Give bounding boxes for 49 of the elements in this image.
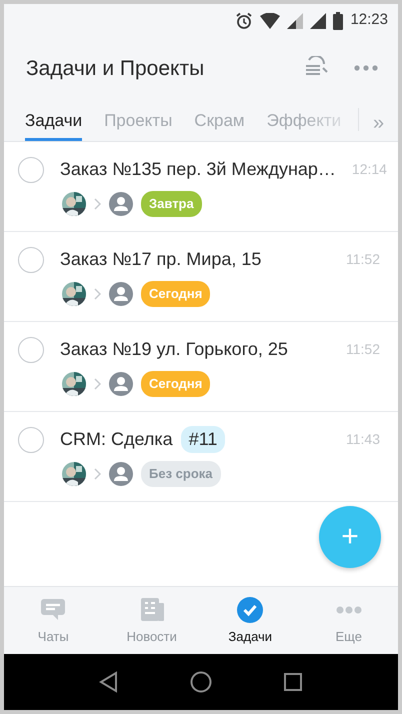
nav-tab[interactable]: Новости [102,587,201,654]
nav-tab[interactable]: Задачи [201,587,300,654]
task-time: 12:14 [352,160,387,179]
add-button[interactable]: + [319,506,381,568]
task-checkbox[interactable] [18,426,44,452]
screen-title: Задачи и Проекты [26,56,206,82]
chevron-icon [94,378,101,390]
home-icon[interactable] [190,671,212,693]
task-title[interactable]: CRM: Сделка [60,426,173,453]
user-avatar-icon [109,462,133,486]
task-checkbox[interactable] [18,156,44,182]
tab[interactable]: Эффекти [266,100,342,141]
more-tabs-button[interactable]: » [358,108,398,131]
task-checkbox[interactable] [18,246,44,272]
user-avatar-icon [109,282,133,306]
task-title[interactable]: Заказ №17 пр. Мира, 15 [60,246,262,273]
task-title[interactable]: Заказ №19 ул. Горького, 25 [60,336,288,363]
tab[interactable]: Проекты [104,100,172,141]
task-time: 11:43 [346,430,380,449]
task-title[interactable]: Заказ №135 пер. 3й Междунар… [60,156,336,183]
more-icon [336,606,362,614]
signal-icon [287,12,304,28]
nav-tab[interactable]: Чаты [4,587,102,654]
tab[interactable]: Скрам [194,100,245,141]
tab[interactable]: Задачи [25,100,82,141]
back-icon[interactable] [99,671,120,693]
check-icon [237,597,264,623]
chevron-icon [94,468,101,480]
task-time: 11:52 [346,250,380,269]
chevron-icon [94,198,101,210]
user-avatar-icon [109,372,133,396]
task-checkbox[interactable] [18,336,44,362]
task-tag: #11 [180,426,226,453]
wifi-icon [260,12,280,28]
battery-icon [333,12,344,30]
chevron-icon [94,288,101,300]
due-badge: Сегодня [141,371,210,396]
clock-time: 12:23 [350,10,388,30]
news-icon [138,597,165,623]
alarm-icon [235,12,254,30]
recent-apps-icon[interactable] [282,672,303,692]
more-icon [354,65,378,72]
due-badge: Без срока [141,461,220,486]
task-time: 11:52 [346,340,380,359]
user-avatar-icon [109,192,133,216]
signal-icon [310,12,326,28]
nav-tab[interactable]: Еще [300,587,398,654]
due-badge: Завтра [141,191,202,216]
due-badge: Сегодня [141,281,210,306]
